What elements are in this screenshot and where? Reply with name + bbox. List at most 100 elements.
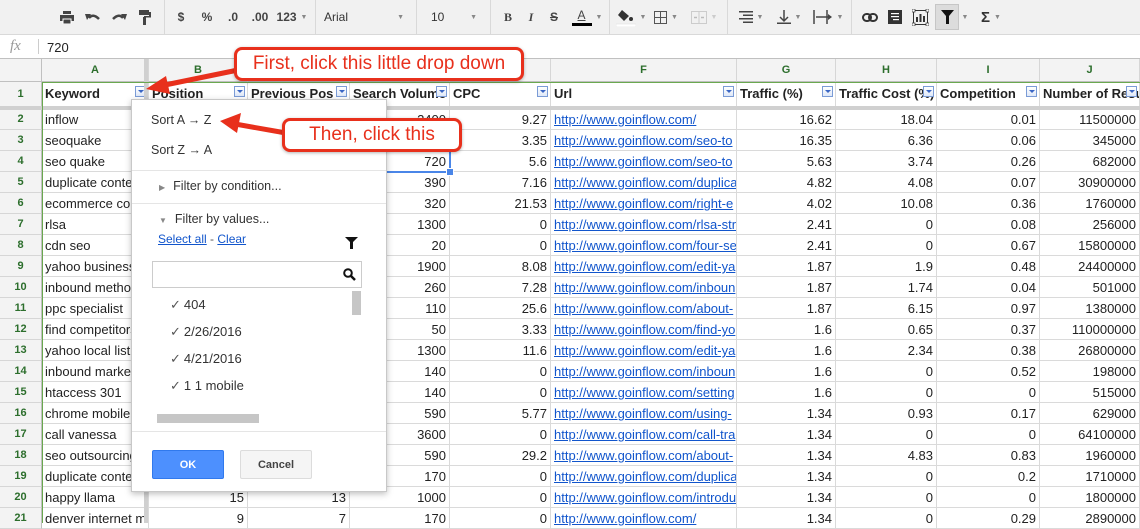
url-link-cell[interactable]: http://www.goinflow.com/edit-ya <box>551 340 737 361</box>
table-cell[interactable]: 29.2 <box>450 445 551 466</box>
redo-button[interactable] <box>108 0 130 34</box>
cancel-button[interactable]: Cancel <box>240 450 312 479</box>
table-cell[interactable]: 4.08 <box>836 172 937 193</box>
table-cell[interactable]: 1.87 <box>737 298 836 319</box>
table-cell[interactable]: 1.34 <box>737 466 836 487</box>
table-cell[interactable]: 1.34 <box>737 403 836 424</box>
filter-dropdown-icon[interactable] <box>1026 86 1037 97</box>
table-cell[interactable]: 1.6 <box>737 319 836 340</box>
decrease-decimal-button[interactable]: .0 <box>222 0 244 34</box>
borders-button[interactable]: ▼ <box>650 0 682 34</box>
filter-value-item[interactable]: ✓ 1 1 mobile <box>170 378 244 394</box>
row-header[interactable]: 8 <box>0 235 42 256</box>
filter-value-item[interactable]: ✓ 4/21/2016 <box>170 351 242 367</box>
row-header[interactable]: 19 <box>0 466 42 487</box>
table-cell[interactable]: 0.01 <box>937 109 1040 130</box>
filter-dropdown-icon[interactable] <box>537 86 548 97</box>
url-link-cell[interactable]: http://www.goinflow.com/right-e <box>551 193 737 214</box>
table-cell[interactable]: 0 <box>836 214 937 235</box>
column-header-f[interactable]: F <box>551 59 737 82</box>
url-link-cell[interactable]: http://www.goinflow.com/find-yo <box>551 319 737 340</box>
formula-input[interactable]: 720 <box>47 40 69 55</box>
table-cell[interactable]: 6.36 <box>836 130 937 151</box>
row-header[interactable]: 10 <box>0 277 42 298</box>
table-cell[interactable]: 0.97 <box>937 298 1040 319</box>
row-header[interactable]: 9 <box>0 256 42 277</box>
insert-link-button[interactable] <box>858 0 882 34</box>
table-cell[interactable]: denver internet m <box>42 508 149 529</box>
header-cell[interactable]: Url <box>551 82 737 107</box>
sort-a-z-option[interactable]: Sort A → Z <box>151 113 211 127</box>
clear-link[interactable]: Clear <box>217 232 246 246</box>
table-cell[interactable]: 0.07 <box>937 172 1040 193</box>
filter-dropdown-icon[interactable] <box>336 86 347 97</box>
table-cell[interactable]: 5.63 <box>737 151 836 172</box>
font-family-dropdown[interactable]: Arial ▼ <box>320 0 408 34</box>
url-link-cell[interactable]: http://www.goinflow.com/edit-ya <box>551 256 737 277</box>
table-cell[interactable]: 2890000 <box>1040 508 1140 529</box>
url-link-cell[interactable]: http://www.goinflow.com/ <box>551 508 737 529</box>
table-cell[interactable]: 0 <box>450 508 551 529</box>
table-cell[interactable]: 4.83 <box>836 445 937 466</box>
table-cell[interactable]: 64100000 <box>1040 424 1140 445</box>
percent-format-button[interactable]: % <box>197 0 217 34</box>
url-link-cell[interactable]: http://www.goinflow.com/inboun <box>551 361 737 382</box>
table-cell[interactable]: 0 <box>450 235 551 256</box>
table-cell[interactable]: 11500000 <box>1040 109 1140 130</box>
table-cell[interactable]: 0.65 <box>836 319 937 340</box>
table-cell[interactable]: 0.67 <box>937 235 1040 256</box>
url-link-cell[interactable]: http://www.goinflow.com/four-se <box>551 235 737 256</box>
bold-button[interactable]: B <box>499 0 517 34</box>
table-cell[interactable]: 1.87 <box>737 256 836 277</box>
insert-comment-button[interactable] <box>884 0 906 34</box>
row-header[interactable]: 7 <box>0 214 42 235</box>
url-link-cell[interactable]: http://www.goinflow.com/introdu <box>551 487 737 508</box>
ok-button[interactable]: OK <box>152 450 224 479</box>
row-header[interactable]: 12 <box>0 319 42 340</box>
select-all-corner[interactable] <box>0 59 42 82</box>
table-cell[interactable]: 501000 <box>1040 277 1140 298</box>
more-formats-dropdown[interactable]: 123 ▼ <box>274 0 310 34</box>
select-all-link[interactable]: Select all <box>158 232 207 246</box>
table-cell[interactable]: 0.93 <box>836 403 937 424</box>
table-cell[interactable]: 26800000 <box>1040 340 1140 361</box>
url-link-cell[interactable]: http://www.goinflow.com/duplica <box>551 172 737 193</box>
table-cell[interactable]: 1.34 <box>737 424 836 445</box>
table-cell[interactable]: 0 <box>450 361 551 382</box>
column-header-h[interactable]: H <box>836 59 937 82</box>
table-cell[interactable]: 0.48 <box>937 256 1040 277</box>
row-header[interactable]: 20 <box>0 487 42 508</box>
table-cell[interactable]: 2.41 <box>737 235 836 256</box>
table-cell[interactable]: 0 <box>836 508 937 529</box>
table-cell[interactable]: 198000 <box>1040 361 1140 382</box>
table-cell[interactable]: 110000000 <box>1040 319 1140 340</box>
table-cell[interactable]: 16.62 <box>737 109 836 130</box>
text-wrap-button[interactable]: ▼ <box>810 0 846 34</box>
row-header[interactable]: 5 <box>0 172 42 193</box>
row-header[interactable]: 4 <box>0 151 42 172</box>
table-cell[interactable]: 1.34 <box>737 445 836 466</box>
table-cell[interactable]: 1710000 <box>1040 466 1140 487</box>
table-cell[interactable]: 256000 <box>1040 214 1140 235</box>
table-cell[interactable]: 1.6 <box>737 382 836 403</box>
table-cell[interactable]: 0 <box>937 487 1040 508</box>
table-cell[interactable]: 0.2 <box>937 466 1040 487</box>
table-cell[interactable]: 7.28 <box>450 277 551 298</box>
url-link-cell[interactable]: http://www.goinflow.com/setting <box>551 382 737 403</box>
table-cell[interactable]: 0.36 <box>937 193 1040 214</box>
filter-dropdown-icon[interactable] <box>436 86 447 97</box>
table-cell[interactable]: 0 <box>836 382 937 403</box>
column-header-a[interactable]: A <box>42 59 149 82</box>
table-cell[interactable]: 15800000 <box>1040 235 1140 256</box>
table-cell[interactable]: 0.08 <box>937 214 1040 235</box>
row-header[interactable]: 21 <box>0 508 42 529</box>
table-cell[interactable]: 170 <box>350 508 450 529</box>
column-header-i[interactable]: I <box>937 59 1040 82</box>
fill-handle[interactable] <box>446 168 454 176</box>
table-cell[interactable]: 0.52 <box>937 361 1040 382</box>
row-header[interactable]: 15 <box>0 382 42 403</box>
url-link-cell[interactable]: http://www.goinflow.com/about- <box>551 298 737 319</box>
row-header[interactable]: 18 <box>0 445 42 466</box>
filter-dropdown-icon[interactable] <box>234 86 245 97</box>
url-link-cell[interactable]: http://www.goinflow.com/seo-to <box>551 130 737 151</box>
